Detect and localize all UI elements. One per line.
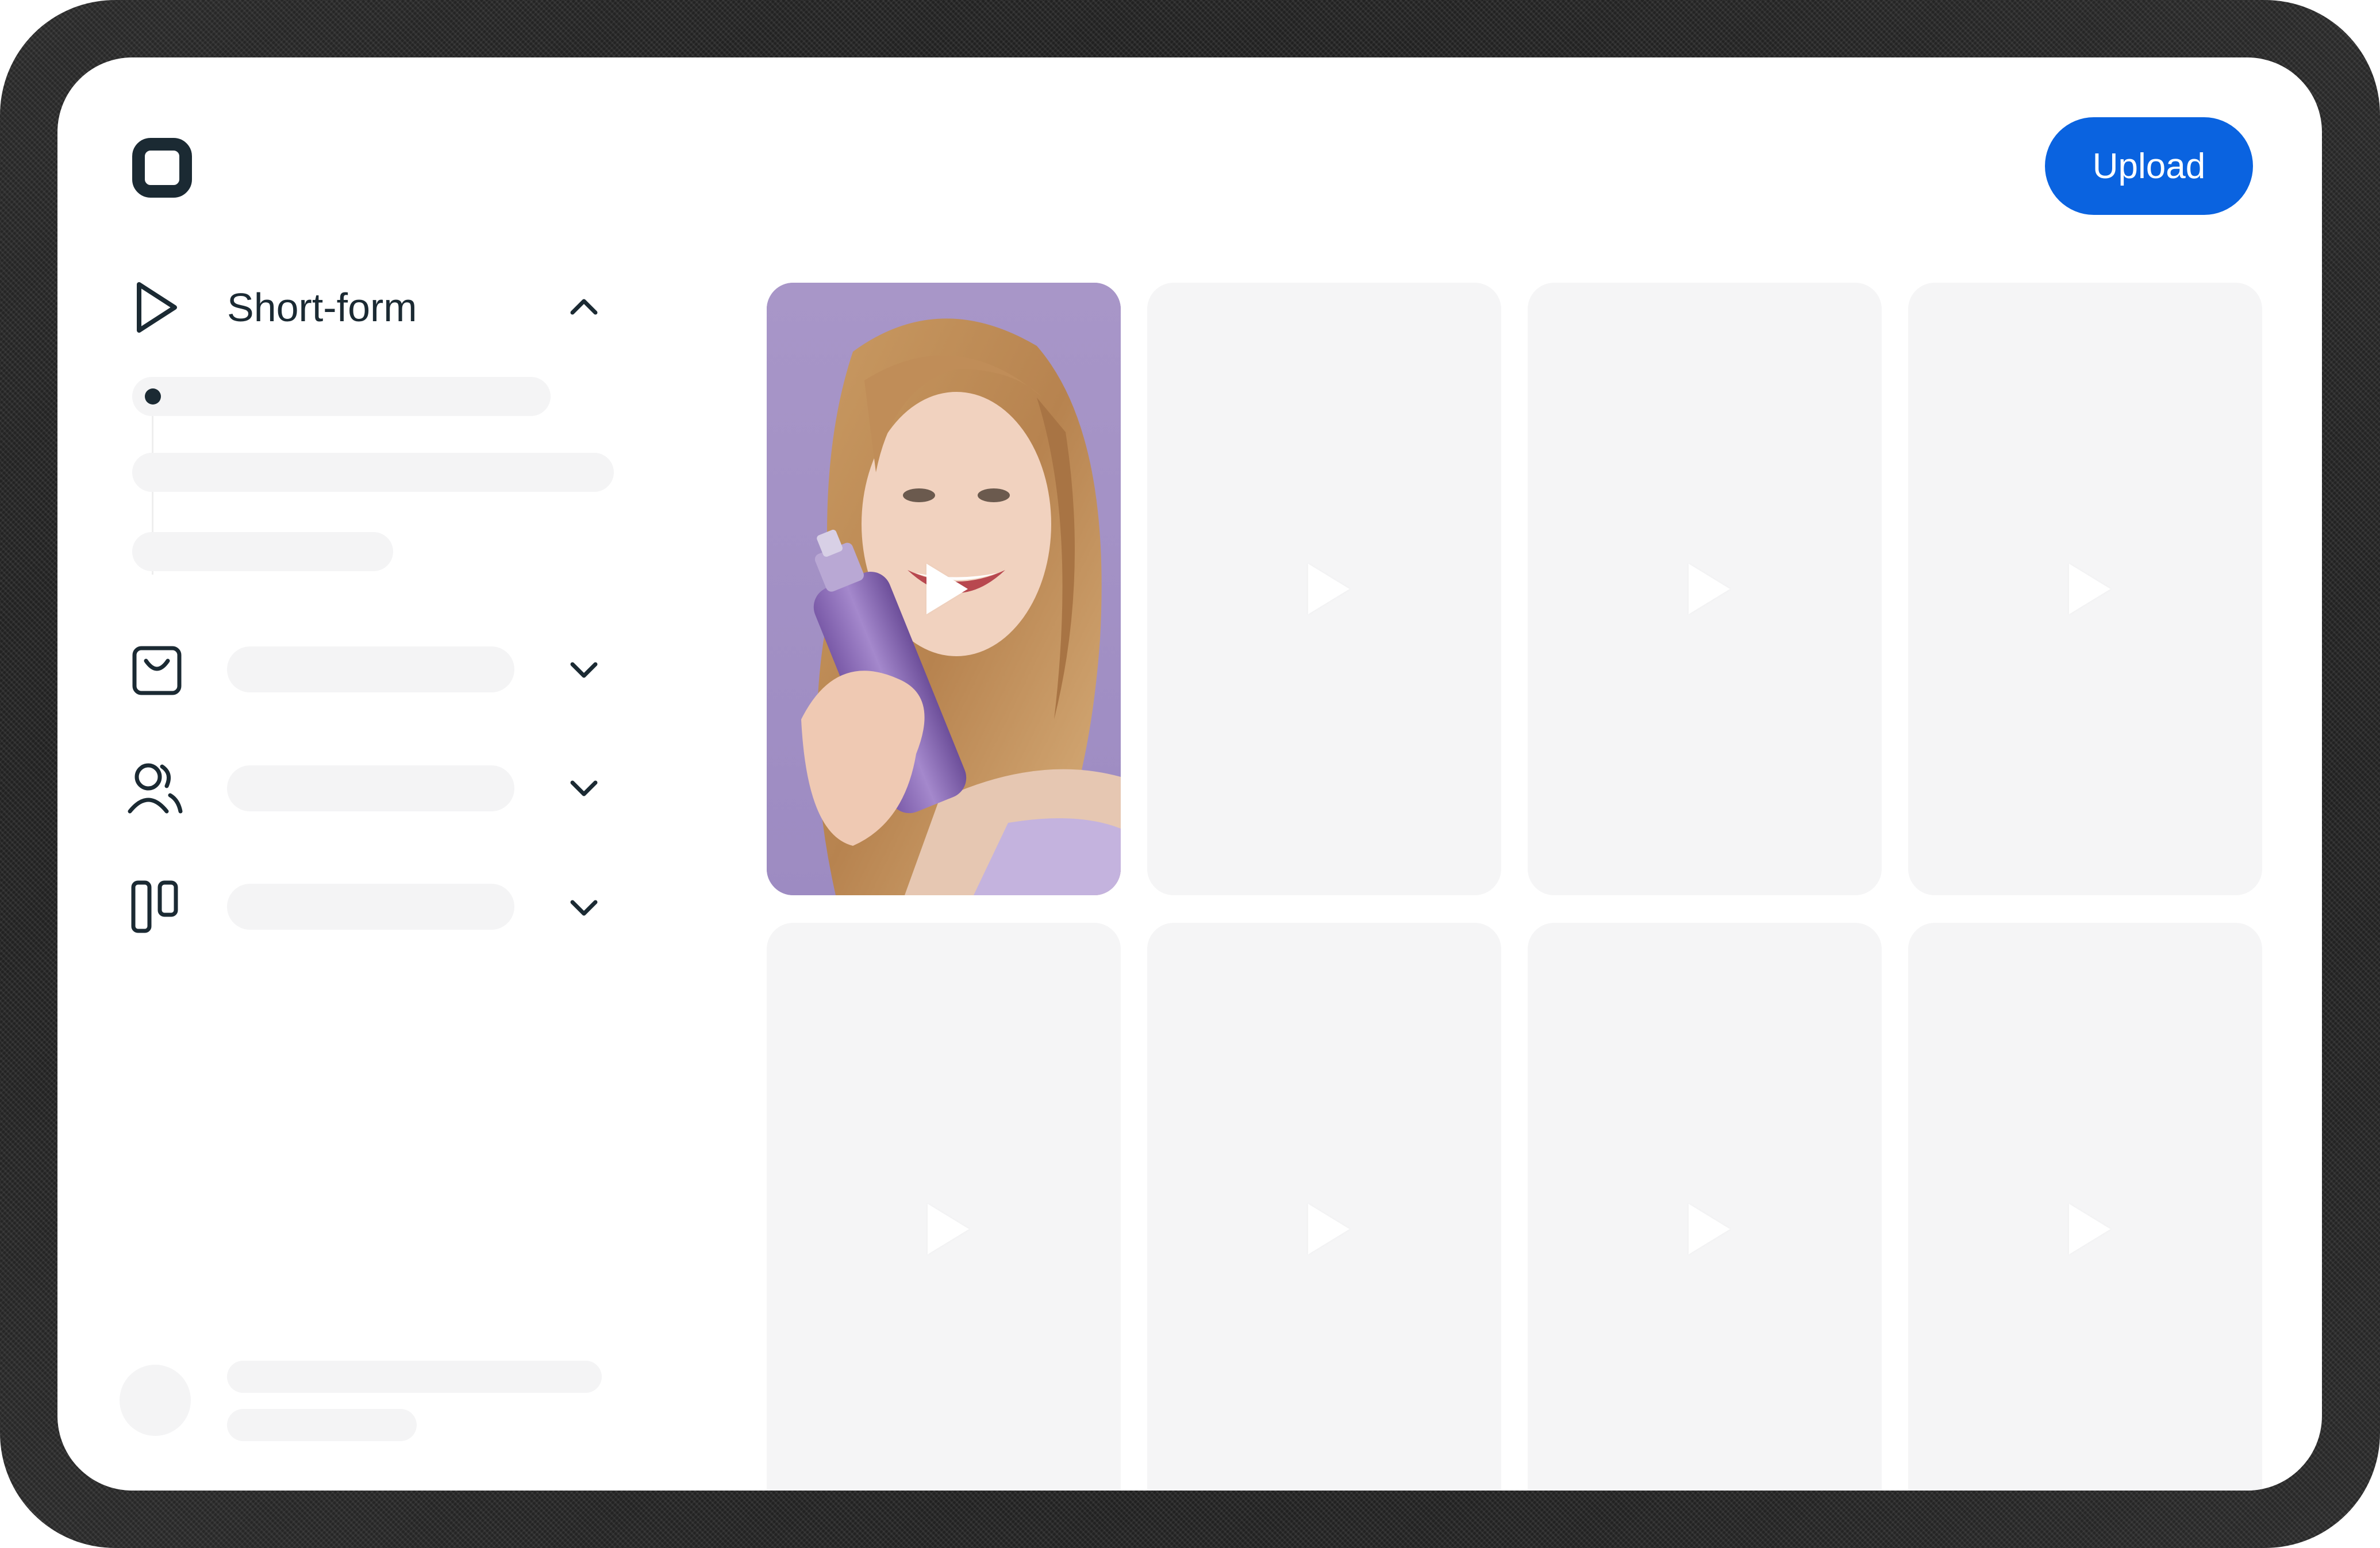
columns-icon bbox=[131, 880, 178, 933]
play-icon[interactable] bbox=[928, 1204, 969, 1254]
play-icon[interactable] bbox=[1689, 1204, 1730, 1254]
chevron-down-icon[interactable] bbox=[568, 777, 600, 800]
video-card[interactable] bbox=[767, 923, 1121, 1491]
video-card[interactable] bbox=[1147, 283, 1501, 895]
chevron-down-icon[interactable] bbox=[568, 659, 600, 681]
video-card[interactable] bbox=[1908, 923, 2262, 1491]
subitem-placeholder[interactable] bbox=[132, 453, 614, 492]
play-icon[interactable] bbox=[1308, 1204, 1349, 1254]
play-icon[interactable] bbox=[1689, 564, 1730, 614]
subitem-placeholder[interactable] bbox=[132, 377, 551, 416]
subitem-placeholder[interactable] bbox=[132, 532, 393, 571]
sidebar-item-label-placeholder bbox=[227, 765, 514, 811]
users-icon bbox=[128, 763, 183, 814]
avatar bbox=[120, 1365, 191, 1436]
chevron-down-icon[interactable] bbox=[568, 896, 600, 919]
account-detail-placeholder bbox=[227, 1409, 417, 1441]
sidebar-item-label-placeholder bbox=[227, 884, 514, 930]
video-card[interactable] bbox=[1528, 923, 1882, 1491]
video-card-featured[interactable] bbox=[767, 283, 1121, 895]
video-card[interactable] bbox=[1528, 283, 1882, 895]
account-name-placeholder bbox=[227, 1361, 602, 1393]
video-card[interactable] bbox=[1908, 283, 2262, 895]
chevron-up-icon[interactable] bbox=[568, 294, 600, 317]
app-window: Upload Short-form bbox=[57, 57, 2322, 1491]
play-icon[interactable] bbox=[1308, 564, 1349, 614]
app-logo-icon[interactable] bbox=[132, 138, 192, 198]
play-icon[interactable] bbox=[926, 564, 968, 614]
play-icon[interactable] bbox=[2069, 1204, 2110, 1254]
active-indicator-dot bbox=[145, 388, 161, 405]
play-icon[interactable] bbox=[2069, 564, 2110, 614]
upload-button[interactable]: Upload bbox=[2045, 117, 2253, 215]
sidebar-item-label: Short-form bbox=[227, 285, 417, 330]
video-card[interactable] bbox=[1147, 923, 1501, 1491]
sidebar-item-label-placeholder bbox=[227, 646, 514, 692]
play-icon bbox=[137, 282, 177, 333]
shopping-bag-icon bbox=[132, 646, 182, 695]
